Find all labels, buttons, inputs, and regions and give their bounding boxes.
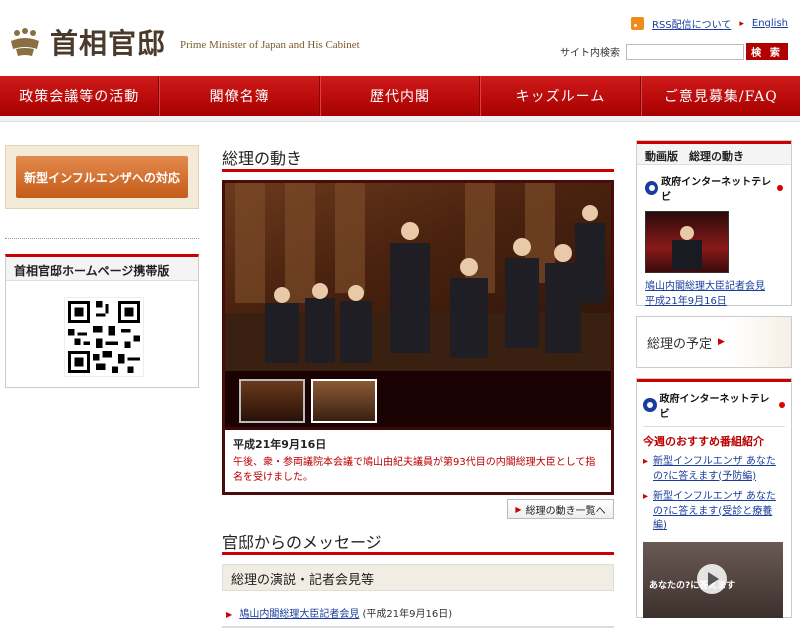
activities-list-label: 総理の動き一覧へ <box>525 505 606 517</box>
speeches-heading: 総理の演説・記者会見等 <box>222 564 614 591</box>
recommended-programs-box: 政府インターネットテレビ 今週のおすすめ番組紹介 新型インフルエンザ あなたの?… <box>636 378 792 618</box>
search-input[interactable] <box>626 43 744 60</box>
divider <box>5 238 199 239</box>
flu-response-button[interactable]: 新型インフルエンザへの対応 <box>16 156 188 198</box>
english-link[interactable]: English <box>752 18 788 29</box>
search-button[interactable]: 検 索 <box>746 43 788 60</box>
gov-tv-icon <box>643 398 657 412</box>
mobile-site-title: 首相官邸ホームページ携帯版 <box>6 257 198 281</box>
site-search: サイト内検索 検 索 <box>560 43 788 60</box>
recommended-item-prevention[interactable]: 新型インフルエンザ あなたの?に答えます(予防編) <box>643 455 785 484</box>
nav-item-policy-meetings[interactable]: 政策会議等の活動 <box>0 76 160 116</box>
video-thumbnail[interactable] <box>645 211 729 273</box>
internet-tv-name: 政府インターネットテレビ <box>661 177 772 203</box>
video-date-link[interactable]: 平成21年9月16日 <box>645 294 783 309</box>
flu-banner: 新型インフルエンザへの対応 <box>5 145 199 209</box>
internet-tv-name: 政府インターネットテレビ <box>659 394 770 420</box>
internet-tv-logo[interactable]: 政府インターネットテレビ <box>643 390 785 420</box>
play-icon <box>697 563 727 594</box>
news-date: (平成21年9月16日) <box>362 609 453 620</box>
video-link[interactable]: 鳩山内閣総理大臣記者会見 <box>645 279 783 294</box>
pm-activities-title: 総理の動き <box>222 149 303 168</box>
recommended-item-treatment[interactable]: 新型インフルエンザ あなたの?に答えます(受診と療養編) <box>643 490 785 534</box>
internet-tv-logo[interactable]: 政府インターネットテレビ <box>645 173 783 203</box>
nav-item-cabinet-list[interactable]: 閣僚名簿 <box>159 76 320 116</box>
arrow-right-icon: ▶ <box>718 337 725 347</box>
thumbnail-strip <box>225 371 611 427</box>
main-nav: 政策会議等の活動 閣僚名簿 歴代内閣 キッズルーム ご意見募集/FAQ <box>0 76 800 116</box>
site-title-en: Prime Minister of Japan and His Cabinet <box>180 39 360 51</box>
nav-divider <box>0 116 800 122</box>
thumbnail-2[interactable] <box>311 379 377 423</box>
pm-activities-slideshow: 平成21年9月16日 午後、衆・参両議院本会議で鳩山由紀夫議員が第93代目の内閣… <box>222 180 614 495</box>
messages-title: 官邸からのメッセージ <box>222 533 382 552</box>
site-title-jp: 首相官邸 <box>50 27 167 60</box>
parliament-photo-image <box>225 183 611 371</box>
caption-text: 午後、衆・参両議院本会議で鳩山由紀夫議員が第93代目の内閣総理大臣として指名を受… <box>233 457 596 483</box>
section-rule <box>222 552 614 555</box>
divider <box>222 626 614 628</box>
rss-icon <box>631 17 645 30</box>
top-links: RSS配信について ▸ English <box>631 16 788 31</box>
video-activities-title: 動画版 総理の動き <box>637 141 791 165</box>
rss-link[interactable]: RSS配信について <box>652 16 731 31</box>
arrow-right-icon: ▶ <box>226 610 233 619</box>
header: 首相官邸 Prime Minister of Japan and His Cab… <box>0 0 800 76</box>
nav-item-opinions-faq[interactable]: ご意見募集/FAQ <box>640 76 800 116</box>
site-logo[interactable]: 首相官邸 Prime Minister of Japan and His Cab… <box>8 22 360 62</box>
nav-item-past-cabinets[interactable]: 歴代内閣 <box>319 76 481 116</box>
dot-icon <box>777 185 783 191</box>
mobile-site-box: 首相官邸ホームページ携帯版 <box>5 254 199 388</box>
list-item: ▶ 鳩山内閣総理大臣記者会見 (平成21年9月16日) <box>226 605 452 620</box>
activities-list-button[interactable]: ▶ 総理の動き一覧へ <box>507 499 614 519</box>
recommended-video-thumbnail[interactable]: あなたの?に答えます <box>643 541 783 618</box>
pm-schedule-label: 総理の予定 <box>647 336 713 352</box>
gov-tv-icon <box>645 181 659 195</box>
thumbnail-1[interactable] <box>239 379 305 423</box>
caption-date: 平成21年9月16日 <box>233 438 327 451</box>
photo-caption: 平成21年9月16日 午後、衆・参両議院本会議で鳩山由紀夫議員が第93代目の内閣… <box>225 430 611 492</box>
nav-item-kids-room[interactable]: キッズルーム <box>480 76 641 116</box>
arrow-right-icon: ▸ <box>739 18 744 29</box>
qr-code-icon <box>64 297 144 377</box>
pm-schedule-button[interactable]: 総理の予定 ▶ <box>636 316 792 368</box>
main-photo[interactable] <box>225 183 611 371</box>
search-label: サイト内検索 <box>560 48 620 59</box>
recommended-title: 今週のおすすめ番組紹介 <box>643 435 764 448</box>
arrow-right-icon: ▶ <box>515 504 522 514</box>
video-activities-box: 動画版 総理の動き 政府インターネットテレビ 鳩山内閣総理大臣記者会見 平成21… <box>636 140 792 309</box>
press-conference-link[interactable]: 鳩山内閣総理大臣記者会見 <box>239 609 359 620</box>
section-rule <box>222 169 614 172</box>
dot-icon <box>779 402 785 408</box>
paulownia-crest-icon <box>11 28 39 56</box>
